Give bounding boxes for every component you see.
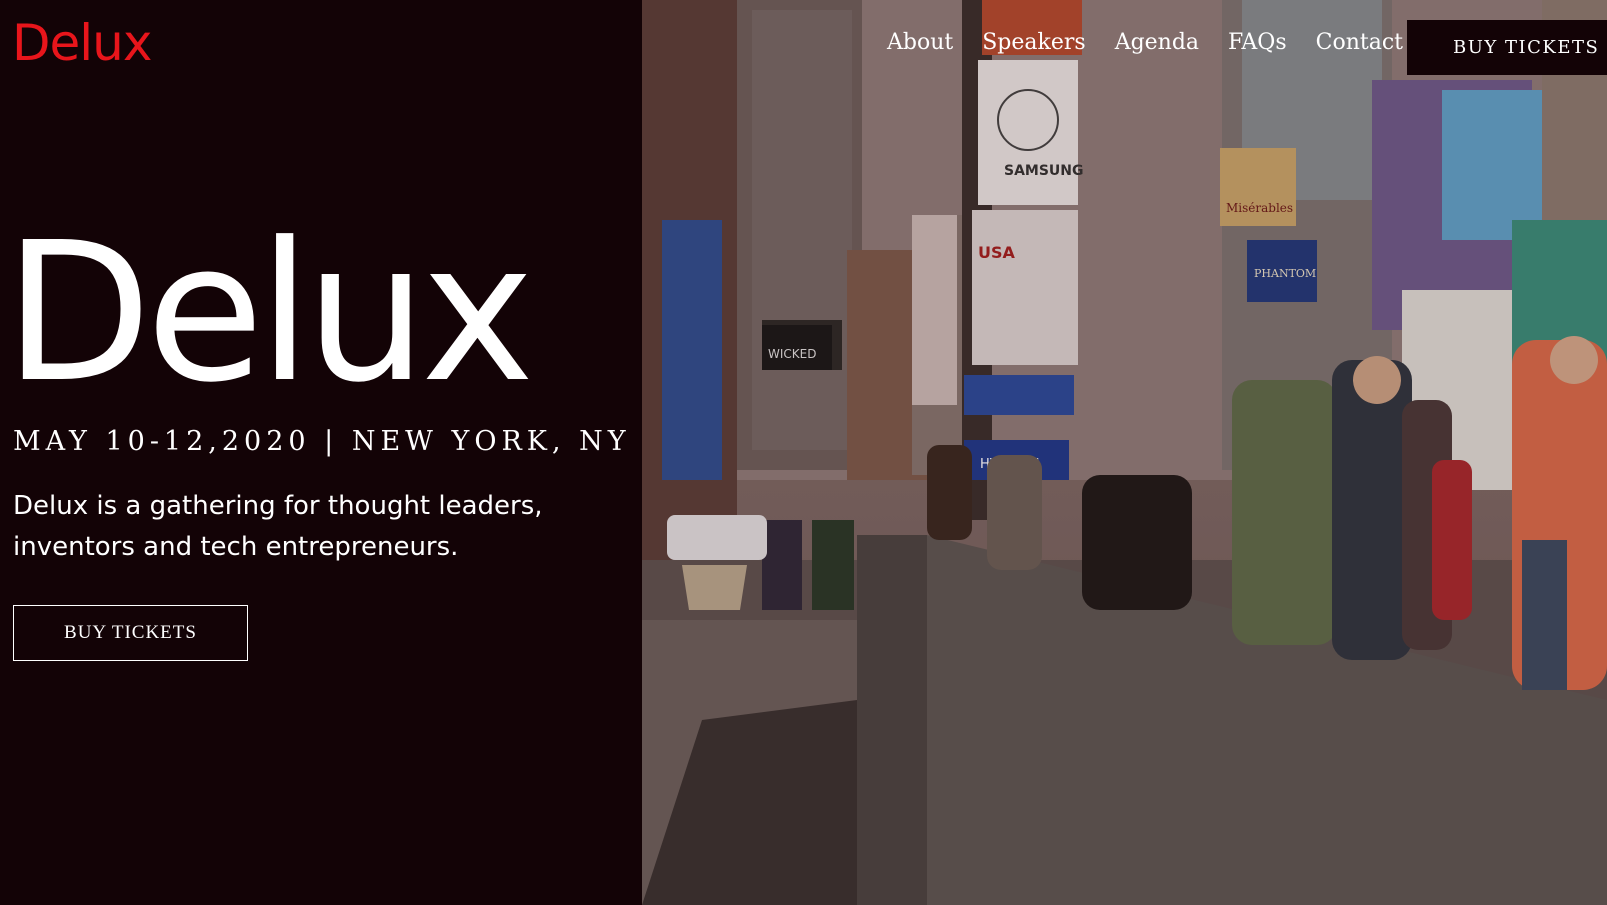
- main-nav: About Speakers Agenda FAQs Contact: [887, 30, 1403, 55]
- photo-overlay: [642, 0, 1607, 905]
- event-date-location: MAY 10-12,2020 | NEW YORK, NY: [13, 426, 631, 457]
- hero-left-panel: Delux Delux MAY 10-12,2020 | NEW YORK, N…: [0, 0, 642, 905]
- hero-title: Delux: [4, 202, 535, 425]
- nav-contact[interactable]: Contact: [1316, 30, 1403, 55]
- buy-tickets-button[interactable]: BUY TICKETS: [13, 605, 248, 661]
- event-description: Delux is a gathering for thought leaders…: [13, 491, 543, 562]
- nav-agenda[interactable]: Agenda: [1115, 30, 1199, 55]
- nav-buy-tickets-button[interactable]: BUY TICKETS: [1407, 20, 1607, 75]
- nav-about[interactable]: About: [887, 30, 953, 55]
- hero-city-photo: SAMSUNG USA HYUNDAI WICKED Misérables PH…: [642, 0, 1607, 905]
- nav-faqs[interactable]: FAQs: [1228, 30, 1287, 55]
- brand-logo[interactable]: Delux: [12, 18, 152, 68]
- nav-speakers[interactable]: Speakers: [982, 30, 1085, 55]
